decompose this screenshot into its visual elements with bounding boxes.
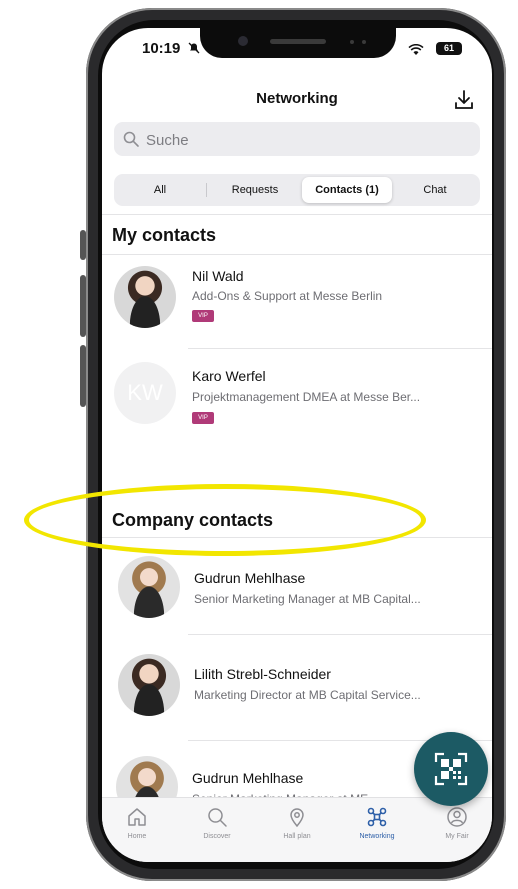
search-bar[interactable] — [114, 122, 480, 158]
qr-scan-button[interactable] — [414, 732, 488, 806]
contact-name: Gudrun Mehlhase — [192, 770, 304, 786]
tab-all[interactable]: All — [118, 177, 202, 203]
section-title-my-contacts: My contacts — [112, 225, 217, 245]
tabbar-item-discover[interactable]: Discover — [182, 806, 252, 840]
tabbar-label: My Fair — [445, 833, 469, 840]
status-time: 10:19 — [142, 40, 181, 57]
tabbar-label: Networking — [359, 833, 395, 840]
tabbar-item-hall-plan[interactable]: Hall plan — [262, 806, 332, 840]
vip-badge: VIP — [192, 310, 214, 322]
divider — [102, 214, 492, 215]
divider — [102, 254, 492, 255]
tab-requests[interactable]: Requests — [210, 177, 300, 203]
contact-name: Gudrun Mehlhase — [194, 570, 306, 586]
contact-name: Lilith Strebl-Schneider — [194, 666, 331, 682]
contact-role: Projektmanagement DMEA at Messe Ber... — [192, 390, 421, 404]
tabbar-item-networking[interactable]: Networking — [342, 806, 412, 840]
tabbar-item-my-fair[interactable]: My Fair — [422, 806, 492, 840]
avatar-initials: KW — [114, 362, 176, 424]
contact-item[interactable]: Lilith Strebl-Schneider Marketing Direct… — [102, 636, 492, 740]
home-icon — [128, 808, 146, 826]
vip-badge: VIP — [192, 412, 214, 424]
tabbar-item-home[interactable]: Home — [102, 806, 172, 840]
contact-role: Senior Marketing Manager at MB Capital..… — [194, 592, 421, 606]
download-icon[interactable] — [452, 88, 476, 112]
tabbar-label: Hall plan — [283, 833, 311, 840]
tabbar-label: Home — [127, 833, 147, 840]
tab-bar: Home Discover Hall plan Networking My Fa… — [102, 797, 492, 862]
volume-up-button — [80, 275, 86, 337]
divider — [188, 348, 492, 349]
tabbar-label: Discover — [203, 833, 231, 840]
divider — [188, 634, 492, 635]
contact-item[interactable]: Nil Wald Add-Ons & Support at Messe Berl… — [102, 256, 492, 348]
page-title: Networking — [256, 90, 338, 107]
dynamic-island — [200, 28, 396, 58]
qr-code-icon — [434, 752, 468, 786]
highlight-ellipse — [24, 484, 426, 556]
avatar — [118, 556, 180, 618]
search-input[interactable] — [144, 122, 468, 158]
mute-switch — [80, 230, 86, 260]
contact-role: Marketing Director at MB Capital Service… — [194, 688, 421, 702]
search-icon — [123, 131, 139, 147]
volume-down-button — [80, 345, 86, 407]
avatar — [114, 266, 176, 328]
segmented-control: All Requests Contacts (1) Chat — [114, 174, 480, 206]
location-pin-icon — [290, 808, 304, 828]
contact-item[interactable]: KW Karo Werfel Projektmanagement DMEA at… — [102, 350, 492, 458]
bell-muted-icon — [188, 42, 200, 54]
contact-name: Karo Werfel — [192, 368, 266, 384]
avatar — [118, 654, 180, 716]
battery-indicator: 61 — [436, 42, 462, 55]
tab-contacts[interactable]: Contacts (1) — [302, 177, 392, 203]
search-icon — [208, 808, 227, 827]
networking-icon — [367, 807, 387, 827]
contact-role: Add-Ons & Support at Messe Berlin — [192, 289, 383, 303]
wifi-icon — [408, 44, 424, 55]
profile-icon — [447, 807, 467, 827]
contact-name: Nil Wald — [192, 268, 244, 284]
tab-chat[interactable]: Chat — [394, 177, 476, 203]
